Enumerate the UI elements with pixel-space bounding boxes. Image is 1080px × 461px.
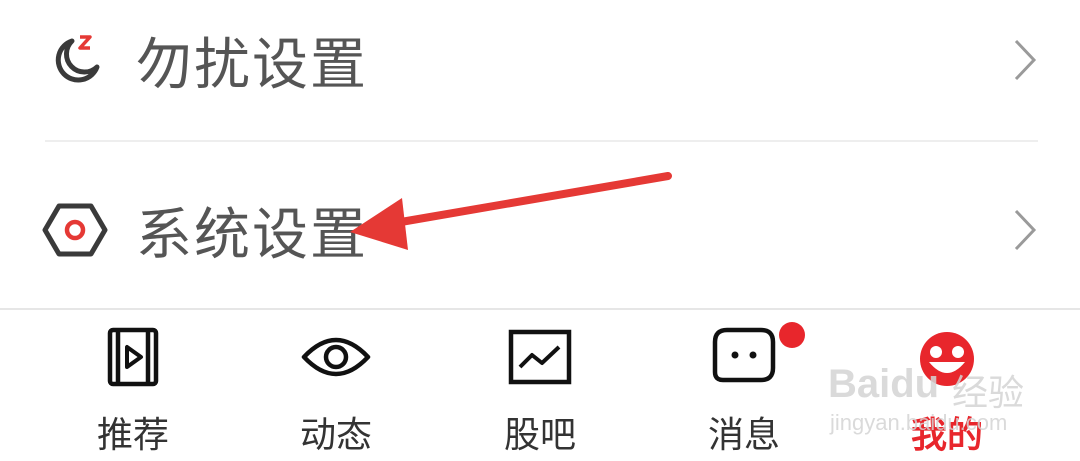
stock-chart-icon	[508, 329, 572, 385]
watermark-url: jingyan.baidu.com	[830, 410, 1008, 435]
tab-label: 动态	[299, 415, 372, 456]
settings-item-do-not-disturb[interactable]: 勿扰设置	[0, 0, 1080, 120]
tab-messages[interactable]: 消息	[674, 310, 814, 461]
watermark-brand: Baidu	[828, 362, 940, 406]
tab-stock-forum[interactable]: 股吧	[470, 310, 610, 461]
tab-label: 消息	[707, 415, 780, 456]
hexagon-gear-icon	[42, 203, 108, 257]
watermark-cn: 经验	[952, 373, 1025, 414]
settings-item-system-settings[interactable]: 系统设置	[0, 170, 1080, 290]
eye-icon	[301, 337, 371, 377]
tab-label: 股吧	[503, 415, 576, 456]
notification-badge	[779, 322, 805, 348]
divider	[45, 140, 1038, 142]
moon-zzz-icon	[55, 35, 100, 83]
play-cards-icon	[107, 327, 159, 387]
settings-item-label: 系统设置	[136, 202, 368, 268]
tab-dynamics[interactable]: 动态	[266, 310, 406, 461]
baidu-jingyan-watermark: Baidu 经验 jingyan.baidu.com	[828, 362, 1028, 442]
settings-item-label: 勿扰设置	[136, 32, 368, 98]
chevron-right-icon	[1014, 209, 1037, 251]
chat-bubble-icon	[712, 327, 776, 383]
tab-recommend[interactable]: 推荐	[63, 310, 203, 461]
chevron-right-icon	[1014, 39, 1037, 81]
tab-label: 推荐	[96, 415, 169, 456]
